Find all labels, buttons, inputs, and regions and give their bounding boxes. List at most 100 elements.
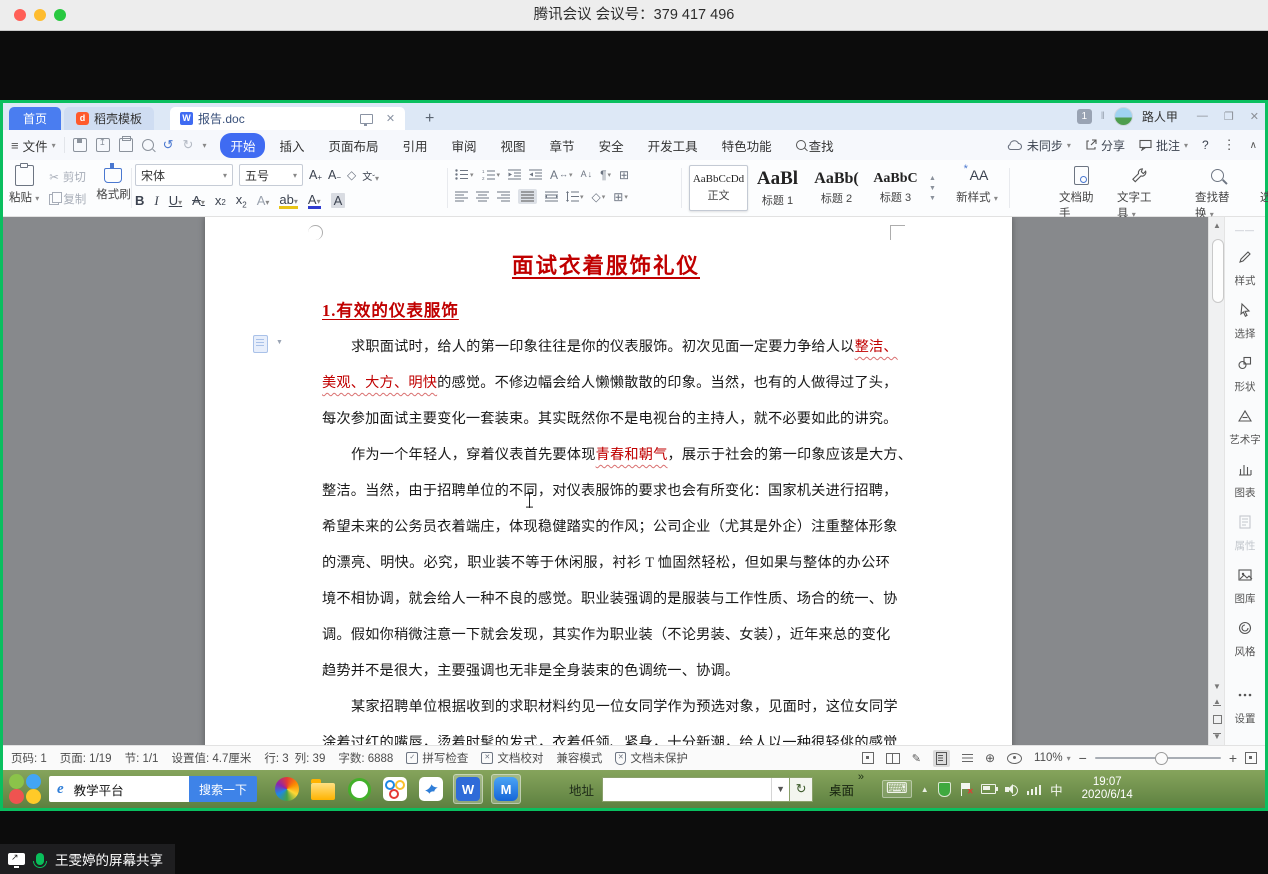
- pane-item-8[interactable]: 风格: [1229, 620, 1261, 659]
- print-icon[interactable]: [119, 138, 133, 152]
- clear-format-icon[interactable]: ◇: [347, 169, 356, 181]
- undo-icon[interactable]: ↺: [163, 137, 174, 153]
- zoom-out-button[interactable]: −: [1079, 751, 1087, 765]
- bold-button[interactable]: B: [135, 193, 144, 208]
- tab-close-icon[interactable]: ✕: [386, 112, 395, 125]
- menu-tab-3[interactable]: 页面布局: [318, 133, 388, 158]
- share-button[interactable]: 分享: [1085, 137, 1125, 154]
- superscript-button[interactable]: x2: [215, 193, 226, 208]
- present-icon[interactable]: [360, 114, 373, 124]
- proofing-button[interactable]: ✕ 文档校对: [481, 750, 543, 766]
- save-icon[interactable]: [73, 138, 87, 152]
- zoom-slider-knob[interactable]: [1155, 752, 1168, 765]
- ime-indicator[interactable]: 中: [1050, 780, 1063, 799]
- print-preview-icon[interactable]: [142, 139, 154, 151]
- new-style-button[interactable]: AA 新样式 ▾: [955, 165, 999, 205]
- tab-home[interactable]: 首页: [9, 107, 61, 130]
- justify-button[interactable]: [518, 189, 537, 204]
- sync-status[interactable]: 未同步 ▾: [1007, 137, 1071, 154]
- next-page-button[interactable]: ▼: [1213, 733, 1221, 739]
- address-bar[interactable]: ▼: [602, 777, 790, 802]
- zoom-level[interactable]: 110% ▾: [1034, 752, 1071, 764]
- keyboard-icon[interactable]: ⌨: [882, 780, 912, 798]
- paragraph-mark-button[interactable]: ¶▾: [600, 169, 611, 181]
- highlight-button[interactable]: ab▾: [279, 193, 297, 209]
- doc-assistant-button[interactable]: 文档助手: [1059, 165, 1103, 221]
- cut-button[interactable]: ✂ 剪切: [49, 169, 86, 185]
- format-painter-button[interactable]: 格式刷: [96, 164, 131, 207]
- shading-button[interactable]: ◇▾: [592, 191, 606, 203]
- menu-tab-10[interactable]: 特色功能: [712, 133, 782, 158]
- pane-item-7[interactable]: 图库: [1229, 567, 1261, 606]
- address-input[interactable]: [603, 778, 771, 801]
- scrollbar-thumb[interactable]: [1212, 239, 1224, 303]
- network-signal-icon[interactable]: [1027, 784, 1042, 795]
- minimize-icon[interactable]: —: [1197, 110, 1208, 123]
- italic-button[interactable]: I: [154, 193, 158, 209]
- font-name-select[interactable]: 宋体 ▾: [135, 164, 233, 186]
- taskbar-search-box[interactable]: e: [49, 776, 189, 802]
- style-cell-1[interactable]: AaBbCcDd正文: [689, 165, 748, 211]
- notification-badge[interactable]: 1: [1077, 109, 1092, 124]
- menu-tab-2[interactable]: 插入: [269, 133, 314, 158]
- pane-item-4[interactable]: 艺术字: [1229, 408, 1261, 447]
- protection-status[interactable]: ✕ 文档未保护: [615, 750, 688, 766]
- help-button[interactable]: ?: [1202, 138, 1209, 152]
- volume-icon[interactable]: [1005, 784, 1018, 795]
- zoom-slider[interactable]: [1095, 757, 1221, 759]
- margin-note-widget[interactable]: ▼: [253, 335, 283, 353]
- status-word-count[interactable]: 字数: 6888: [338, 750, 393, 766]
- font-size-select[interactable]: 五号 ▾: [239, 164, 303, 186]
- action-center-flag-icon[interactable]: ✕: [960, 783, 972, 796]
- antivirus-shield-icon[interactable]: [938, 782, 951, 797]
- show-desktop-button[interactable]: 桌面: [829, 780, 854, 799]
- close-icon[interactable]: ✕: [1250, 110, 1259, 123]
- align-center-button[interactable]: [476, 191, 489, 202]
- font-color-button[interactable]: A▾: [308, 193, 321, 209]
- wps-taskbar-icon[interactable]: W: [453, 774, 483, 804]
- gallery-more-icon[interactable]: ▼: [929, 195, 936, 202]
- write-mode-icon[interactable]: ✎: [912, 752, 921, 765]
- taskbar-clock[interactable]: 19:07 2020/6/14: [1082, 776, 1133, 802]
- start-button[interactable]: [9, 773, 41, 805]
- pane-item-9[interactable]: 设置: [1229, 687, 1261, 726]
- browser-pinwheel-icon[interactable]: [273, 775, 301, 803]
- style-cell-4[interactable]: AaBbC标题 3: [866, 165, 925, 211]
- pane-item-5[interactable]: 图表: [1229, 461, 1261, 500]
- avatar[interactable]: [1114, 107, 1133, 126]
- pane-item-1[interactable]: 样式: [1229, 249, 1261, 288]
- sort-button[interactable]: A↓: [581, 170, 593, 179]
- maximize-icon[interactable]: ❐: [1224, 110, 1234, 123]
- paste-button[interactable]: 粘贴 ▾: [9, 164, 39, 207]
- page-view-icon[interactable]: [933, 750, 950, 767]
- spell-check-button[interactable]: ✓ 拼写检查: [406, 750, 468, 766]
- menu-tab-6[interactable]: 视图: [491, 133, 536, 158]
- comment-button[interactable]: 批注 ▾: [1139, 137, 1188, 154]
- align-right-button[interactable]: [497, 191, 510, 202]
- address-dropdown-icon[interactable]: ▼: [771, 778, 789, 801]
- file-menu[interactable]: ≡ 文件 ▾: [11, 136, 56, 155]
- fullscreen-view-icon[interactable]: [862, 752, 874, 764]
- document-canvas[interactable]: 面试衣着服饰礼仪 1.有效的仪表服饰 求职面试时，给人的第一印象往往是你的仪表服…: [3, 217, 1265, 745]
- style-cell-2[interactable]: AaBl标题 1: [748, 165, 807, 211]
- bullets-button[interactable]: ▾: [455, 169, 474, 180]
- distribute-button[interactable]: [545, 191, 558, 202]
- tab-docer[interactable]: d 稻壳模板: [64, 107, 154, 130]
- pinyin-guide-button[interactable]: 文ˇ▾: [362, 168, 379, 183]
- align-left-button[interactable]: [455, 191, 468, 202]
- borders-button[interactable]: ⊞▾: [613, 191, 628, 203]
- gallery-up-icon[interactable]: ▲: [929, 175, 936, 182]
- find-replace-button[interactable]: 查找替换 ▾: [1195, 165, 1239, 221]
- menu-tab-8[interactable]: 安全: [589, 133, 634, 158]
- blue-bird-app-icon[interactable]: [417, 775, 445, 803]
- vertical-scrollbar[interactable]: ▲ ▼ ▲ ▼: [1208, 217, 1225, 745]
- search-go-button[interactable]: 搜索一下: [189, 776, 257, 802]
- previous-page-button[interactable]: ▲: [1213, 700, 1221, 706]
- increase-indent-button[interactable]: [529, 169, 542, 180]
- pane-item-2[interactable]: 选择: [1229, 302, 1261, 341]
- meeting-taskbar-icon[interactable]: M: [491, 774, 521, 804]
- menu-tab-7[interactable]: 章节: [540, 133, 585, 158]
- style-cell-3[interactable]: AaBb(标题 2: [807, 165, 866, 211]
- menu-tab-4[interactable]: 引用: [393, 133, 438, 158]
- strikethrough-button[interactable]: A▾: [192, 193, 205, 208]
